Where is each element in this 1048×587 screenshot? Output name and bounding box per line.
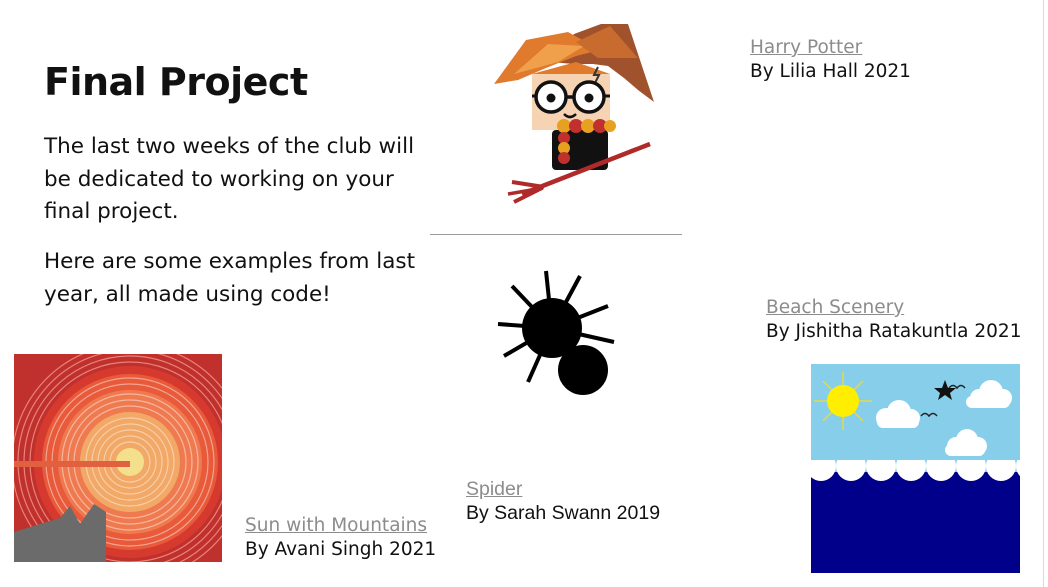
beach-scenery-caption: Beach Scenery By Jishitha Ratakuntla 202… [766, 296, 1021, 344]
sun-with-mountains-artwork[interactable] [14, 354, 222, 562]
spider-caption: Spider By Sarah Swann 2019 [466, 477, 660, 525]
spider-artwork[interactable] [490, 266, 620, 400]
harry-potter-artwork[interactable] [488, 22, 658, 212]
page-edge [1043, 0, 1044, 587]
spider-byline: By Sarah Swann 2019 [466, 502, 661, 524]
intro-paragraph: The last two weeks of the club will be d… [44, 134, 415, 224]
beach-scenery-link[interactable]: Beach Scenery [766, 296, 1021, 320]
beach-scenery-byline: By Jishitha Ratakuntla 2021 [766, 321, 1022, 342]
harry-potter-link[interactable]: Harry Potter [750, 36, 911, 60]
harry-potter-byline: By Lilia Hall 2021 [750, 61, 911, 82]
page-title: Final Project [44, 60, 308, 104]
sun-with-mountains-link[interactable]: Sun with Mountains [245, 514, 436, 538]
spider-link[interactable]: Spider [466, 477, 660, 501]
examples-paragraph: Here are some examples from last year, a… [44, 249, 416, 307]
sun-with-mountains-caption: Sun with Mountains By Avani Singh 2021 [245, 514, 436, 562]
beach-scenery-artwork[interactable] [811, 364, 1020, 573]
harry-potter-caption: Harry Potter By Lilia Hall 2021 [750, 36, 911, 84]
sun-with-mountains-byline: By Avani Singh 2021 [245, 539, 437, 560]
divider [430, 234, 682, 235]
